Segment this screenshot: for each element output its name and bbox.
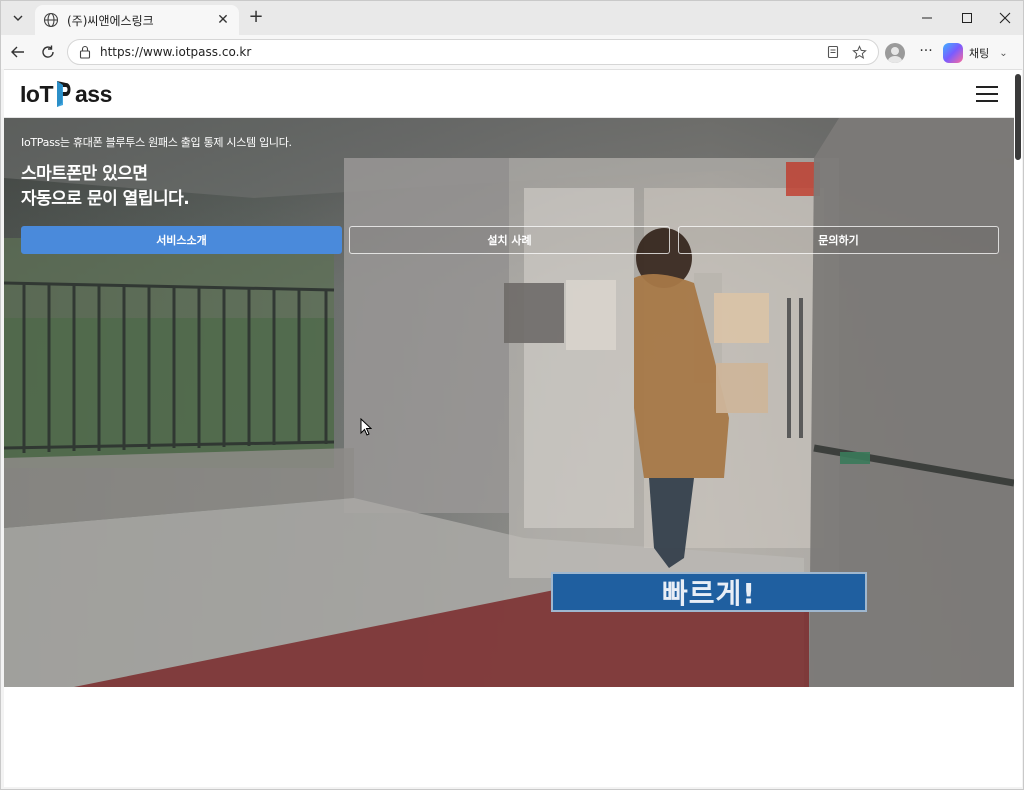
hero-title: 스마트폰만 있으면 자동으로 문이 열립니다. [21,162,190,212]
hamburger-menu-button[interactable] [976,86,998,102]
tab-list-button[interactable] [7,7,29,29]
hero-video: IoTPass는 휴대폰 블루투스 원패스 출입 통제 시스템 입니다. 스마트… [4,118,1014,687]
service-intro-button[interactable]: 서비스소개 [21,226,342,254]
chevron-down-icon[interactable]: ⌄ [999,48,1007,59]
logo-text-right: ass [75,80,112,107]
favorite-star-icon[interactable] [850,43,868,61]
maximize-button[interactable] [947,1,987,35]
url-text[interactable]: https://www.iotpass.co.kr [100,45,816,59]
reader-mode-icon[interactable] [824,43,842,61]
back-button[interactable] [7,41,29,63]
iotpass-logo[interactable]: IoT ass [20,78,112,110]
copilot-icon [943,43,963,63]
install-cases-button[interactable]: 설치 사례 [349,226,670,254]
browser-toolbar: https://www.iotpass.co.kr ··· 채팅 ⌄ [1,35,1023,69]
user-icon [888,47,902,63]
video-caption: 빠르게! [551,572,867,612]
mouse-cursor-icon [360,418,372,436]
maximize-icon [962,13,972,23]
site-header: IoT ass [4,70,1014,118]
logo-text-left: IoT [20,80,54,107]
address-bar[interactable]: https://www.iotpass.co.kr [67,39,879,65]
menu-line [976,93,998,95]
refresh-icon [42,45,54,58]
contact-button[interactable]: 문의하기 [678,226,999,254]
menu-line [976,86,998,88]
chevron-down-icon [13,15,23,21]
copilot-chat-label: 채팅 [969,47,990,60]
hero-title-line2: 자동으로 문이 열립니다. [21,189,190,209]
copilot-chat-button[interactable]: 채팅 ⌄ [943,41,1019,65]
scrollbar-thumb[interactable] [1015,74,1021,160]
more-options-button[interactable]: ··· [915,41,937,63]
menu-line [976,100,998,102]
new-tab-button[interactable]: + [245,7,267,29]
tab-title: (주)씨앤에스링크 [67,13,154,28]
minimize-icon [922,17,932,19]
globe-icon [43,12,59,28]
minimize-button[interactable] [907,1,947,35]
arrow-left-icon [11,46,24,58]
page-viewport: IoT ass IoTPass는 휴대폰 블루투스 원패스 출입 통제 시스템 … [4,69,1022,787]
hero-subtitle: IoTPass는 휴대폰 블루투스 원패스 출입 통제 시스템 입니다. [21,136,292,149]
hero-button-row: 서비스소개 설치 사례 문의하기 [21,226,999,254]
refresh-button[interactable] [37,41,59,63]
active-tab[interactable]: (주)씨앤에스링크 ✕ [35,5,239,35]
close-tab-icon[interactable]: ✕ [215,12,231,28]
close-icon [999,12,1011,24]
hero-title-line1: 스마트폰만 있으면 [21,164,148,184]
scrollbar-track[interactable] [1014,70,1022,787]
logo-p-mark-icon [57,81,71,107]
lock-icon[interactable] [78,45,92,59]
close-window-button[interactable] [985,1,1024,35]
profile-avatar[interactable] [885,43,905,63]
browser-window: (주)씨앤에스링크 ✕ + https://www.iotpass.co.kr [0,0,1024,790]
tab-bar: (주)씨앤에스링크 ✕ + [1,1,1023,35]
